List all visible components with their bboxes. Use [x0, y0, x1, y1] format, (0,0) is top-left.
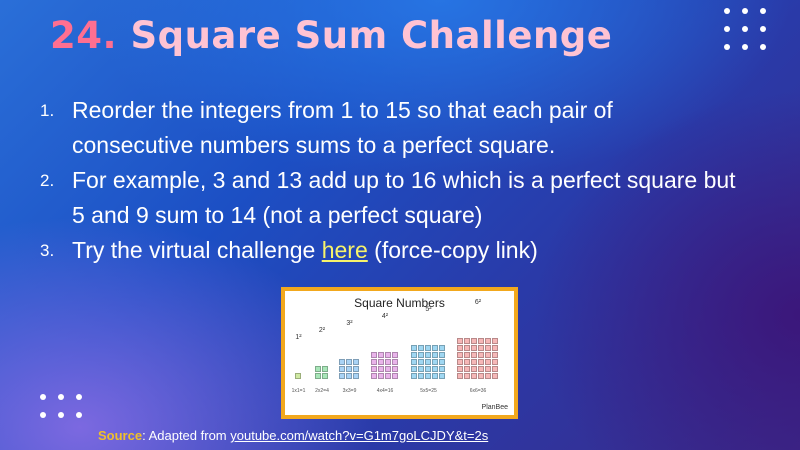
square-label: 5² [425, 306, 432, 313]
square-caption: 3x3=9 [342, 388, 357, 394]
square-label: 4² [381, 313, 389, 320]
list-item-text: Reorder the integers from 1 to 15 so tha… [72, 97, 613, 158]
list-item: 3. Try the virtual challenge here (force… [40, 233, 740, 268]
square-label: 3² [346, 320, 353, 327]
square-label: 2² [318, 327, 326, 334]
list-item-text: For example, 3 and 13 add up to 16 which… [72, 167, 736, 228]
list-item-text: Try the virtual challenge [72, 237, 322, 263]
slide-title: 24. Square Sum Challenge [50, 14, 612, 57]
square-label: 1² [295, 334, 302, 341]
instruction-list: 1. Reorder the integers from 1 to 15 so … [40, 93, 740, 268]
list-item: 2. For example, 3 and 13 add up to 16 wh… [40, 163, 740, 233]
square-caption: 5x5=25 [420, 388, 437, 394]
challenge-link[interactable]: here [322, 237, 368, 263]
planbee-logo: PlanBee [481, 404, 508, 411]
square-grid-1 [295, 373, 301, 379]
decorative-dots-top-right [724, 8, 766, 50]
decorative-dots-bottom-left [40, 394, 82, 418]
list-item-number: 1. [40, 101, 55, 120]
slide-title-text: Square Sum Challenge [130, 14, 613, 57]
list-item-number: 2. [40, 171, 55, 190]
square-caption: 6x6=36 [469, 388, 487, 394]
square-grid-4 [371, 352, 398, 379]
source-credit: Source: Adapted from youtube.com/watch?v… [98, 428, 488, 443]
source-link[interactable]: youtube.com/watch?v=G1m7goLCJDY&t=2s [230, 428, 488, 443]
square-grid-5 [411, 345, 445, 379]
slide-number: 24. [50, 14, 118, 57]
list-item-number: 3. [40, 241, 55, 260]
source-text: : Adapted from [142, 428, 231, 443]
square-grid-3 [339, 359, 359, 379]
square-label: 6² [474, 299, 482, 306]
square-caption: 4x4=16 [376, 388, 394, 394]
list-item-text-after: (force-copy link) [367, 237, 538, 263]
square-numbers-image: Square Numbers 1² 1x1=1 2² 2x2=4 3² 3x3=9 4² 4x… [281, 287, 518, 419]
list-item: 1. Reorder the integers from 1 to 15 so … [40, 93, 740, 163]
square-grid-2 [315, 366, 328, 379]
source-label: Source [98, 428, 143, 443]
square-grid-6 [457, 338, 498, 379]
